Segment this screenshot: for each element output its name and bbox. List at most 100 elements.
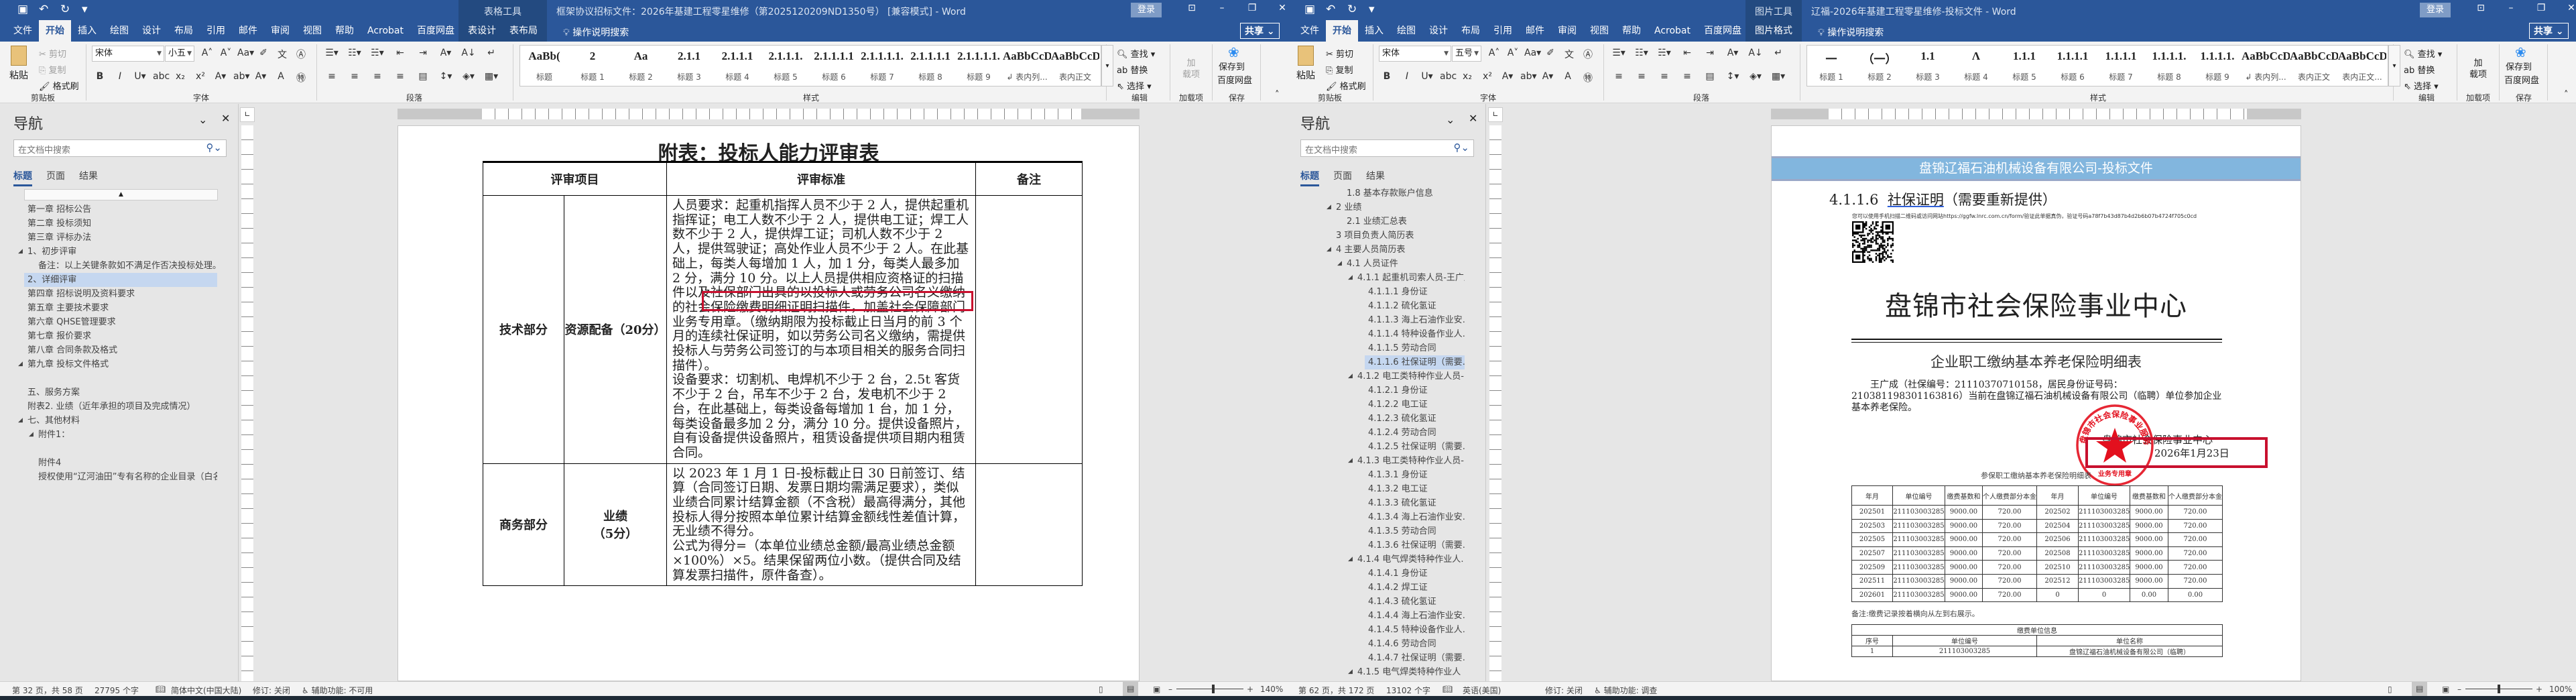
shrink-font-button[interactable]: A˅ <box>219 48 233 58</box>
find-button[interactable]: 🔍︎ 查找 ▾ <box>1117 47 1155 60</box>
nav-item[interactable]: 4.1.4.3 硫化氢证 <box>1365 595 1465 609</box>
nav-item[interactable]: 附件1： <box>35 428 217 442</box>
customize-qat-icon[interactable]: ▾ <box>1369 3 1375 16</box>
nav-item[interactable]: 4.1.2 电工类特种作业人员-… <box>1354 369 1465 384</box>
style-item[interactable]: 2.1.1.1 标题 4 <box>713 46 761 86</box>
style-item[interactable]: （一） 标题 2 <box>1855 46 1904 86</box>
nav-item[interactable]: 4.1.2.4 劳动合同 <box>1365 426 1465 440</box>
styles-more-button[interactable]: ▾ <box>1101 45 1113 86</box>
nav-item[interactable]: 4.1.2.2 电工证 <box>1365 398 1465 412</box>
proofing-icon[interactable]: 📖︎ <box>1443 685 1453 694</box>
phonetic-guide-button[interactable]: 文 <box>275 48 290 61</box>
align-right-button[interactable]: ≡ <box>370 71 385 82</box>
nav-item[interactable]: 4.1.1.6 社保证明（需要… <box>1365 355 1465 369</box>
nav-item[interactable]: 4.1.1 起重机司索人员-王广成 <box>1354 271 1465 285</box>
nav-item[interactable]: 4.1.4.1 身份证 <box>1365 567 1465 581</box>
nav-item[interactable]: 4.1.1.5 劳动合同 <box>1365 341 1465 355</box>
read-mode-icon[interactable]: ▯ <box>1099 685 1103 694</box>
grow-font-button[interactable]: A˄ <box>200 48 214 58</box>
character-border-button[interactable]: Ⓐ <box>1581 48 1595 61</box>
style-item[interactable]: 1.1.1.1. 标题 9 <box>2193 46 2242 86</box>
maximize-icon[interactable]: ❐ <box>2532 3 2550 13</box>
strikethrough-button[interactable]: abc <box>153 71 170 82</box>
nav-item[interactable]: 4.1.3 电工类特种作业人员-… <box>1354 454 1465 468</box>
style-item[interactable]: 2.1.1.1.1 标题 6 <box>810 46 858 86</box>
nav-tab-结果[interactable]: 结果 <box>79 169 98 182</box>
nav-item[interactable]: 4.1.3.5 劳动合同 <box>1365 524 1465 538</box>
addins-button[interactable]: 加 载项 <box>1182 58 1200 80</box>
nav-item[interactable]: 第九章 投标文件格式 <box>24 357 217 371</box>
justify-button[interactable]: ≡ <box>393 71 408 82</box>
tab-Acrobat[interactable]: Acrobat <box>361 20 410 42</box>
copy-button[interactable]: ⎘ 复制 <box>39 63 66 76</box>
tab-表设计[interactable]: 表设计 <box>461 20 503 42</box>
text-direction-button[interactable]: A▾ <box>1725 48 1740 58</box>
style-item[interactable]: AaBbCcD ↲ 表内列... <box>2242 46 2290 86</box>
style-item[interactable]: AaBbCcD ↲ 表内列... <box>1003 46 1051 86</box>
italic-button[interactable]: I <box>113 71 127 82</box>
nav-item[interactable]: 4.1.1.1 身份证 <box>1365 285 1465 299</box>
word-count[interactable]: 27795 个字 <box>95 685 139 696</box>
nav-item[interactable]: 第八章 合同条款及格式 <box>24 343 217 357</box>
sign-in-button[interactable]: 登录 <box>2420 3 2451 17</box>
bullets-button[interactable]: ☰▾ <box>1611 48 1626 58</box>
tab-百度网盘[interactable]: 百度网盘 <box>410 20 461 42</box>
expand-triangle-icon[interactable]: ◢ <box>18 414 23 428</box>
subscript-button[interactable]: x₂ <box>1460 71 1475 82</box>
addins-button[interactable]: 加 载项 <box>2469 58 2487 80</box>
character-border-button[interactable]: Ⓐ <box>294 48 308 61</box>
nav-item[interactable]: 2 业绩 <box>1333 200 1465 215</box>
format-painter-button[interactable]: 🖌︎ 格式刷 <box>39 79 79 92</box>
enclose-characters-button[interactable]: ㊕ <box>294 71 308 84</box>
nav-item[interactable]: 4.1.4.7 社保证明（需要… <box>1365 651 1465 665</box>
font-name-dropdown[interactable]: 宋体 ▼ <box>1379 46 1451 62</box>
align-center-button[interactable]: ≡ <box>1634 71 1649 82</box>
replace-button[interactable]: ab 替换 <box>2404 63 2435 76</box>
vertical-ruler[interactable] <box>1489 125 1501 681</box>
style-item[interactable]: 1.1 标题 3 <box>1904 46 1952 86</box>
font-name-dropdown[interactable]: 宋体 ▼ <box>92 46 164 62</box>
zoom-in-button[interactable]: + <box>1247 685 1253 694</box>
ribbon-display-options-icon[interactable]: ⊡ <box>2472 3 2490 13</box>
style-item[interactable]: 1.1.1 标题 5 <box>2000 46 2048 86</box>
tab-绘图[interactable]: 绘图 <box>1390 20 1422 42</box>
justify-button[interactable]: ≡ <box>1680 71 1695 82</box>
nav-item[interactable]: 1.8 基本存款账户信息 <box>1343 186 1465 200</box>
nav-item[interactable]: 第五章 主要技术要求 <box>24 301 217 315</box>
share-button[interactable]: 共享 ⌄ <box>1240 23 1280 39</box>
tab-Acrobat[interactable]: Acrobat <box>1648 20 1697 42</box>
increase-indent-button[interactable]: ⇥ <box>416 48 430 58</box>
show-marks-button[interactable]: ↵ <box>484 48 499 58</box>
styles-more-button[interactable]: ▾ <box>2388 45 2400 86</box>
tab-帮助[interactable]: 帮助 <box>328 20 361 42</box>
tab-开始[interactable]: 开始 <box>39 20 71 42</box>
align-right-button[interactable]: ≡ <box>1657 71 1672 82</box>
nav-item[interactable]: 4.1.3.4 海上石油作业安… <box>1365 510 1465 524</box>
increase-indent-button[interactable]: ⇥ <box>1703 48 1717 58</box>
decrease-indent-button[interactable]: ⇤ <box>1680 48 1695 58</box>
expand-triangle-icon[interactable]: ◢ <box>18 245 23 259</box>
style-item[interactable]: 1.1.1.1 标题 7 <box>2097 46 2145 86</box>
bold-button[interactable]: B <box>1379 71 1394 82</box>
borders-button[interactable]: ▦▾ <box>1771 71 1786 82</box>
nav-item[interactable]: 4.1.4.4 海上石油作业安… <box>1365 609 1465 623</box>
paste-button[interactable]: 粘贴 <box>9 68 28 82</box>
cut-button[interactable]: ✂ 剪切 <box>39 47 66 60</box>
multilevel-list-button[interactable]: ☵▾ <box>370 48 385 58</box>
tab-邮件[interactable]: 邮件 <box>1519 20 1551 42</box>
scroll-up-button[interactable]: ▲ <box>24 189 218 200</box>
save-to-baidu-button-line2[interactable]: 百度网盘 <box>2504 73 2539 86</box>
document-page[interactable]: 附表：投标人能力评审表 评审项目 评审标准 备注 技术部分 资源配备（20分） … <box>397 125 1140 681</box>
line-spacing-button[interactable]: ↕▾ <box>1725 71 1740 82</box>
nav-item[interactable]: 七、其他材料 <box>24 414 217 428</box>
nav-item[interactable]: 附件4 <box>35 456 217 470</box>
multilevel-list-button[interactable]: ☵▾ <box>1657 48 1672 58</box>
nav-item[interactable]: 4.1.2.1 身份证 <box>1365 384 1465 398</box>
zoom-level[interactable]: 100% <box>2549 685 2572 694</box>
nav-item[interactable]: 4.1.4.5 特种设备作业人… <box>1365 623 1465 637</box>
font-size-dropdown[interactable]: 五号 ▼ <box>1452 46 1481 62</box>
nav-tab-标题[interactable]: 标题 <box>13 169 32 186</box>
nav-item[interactable]: 4.1.4.2 焊工证 <box>1365 581 1465 595</box>
tab-视图[interactable]: 视图 <box>1583 20 1615 42</box>
zoom-level[interactable]: 140% <box>1260 685 1283 694</box>
